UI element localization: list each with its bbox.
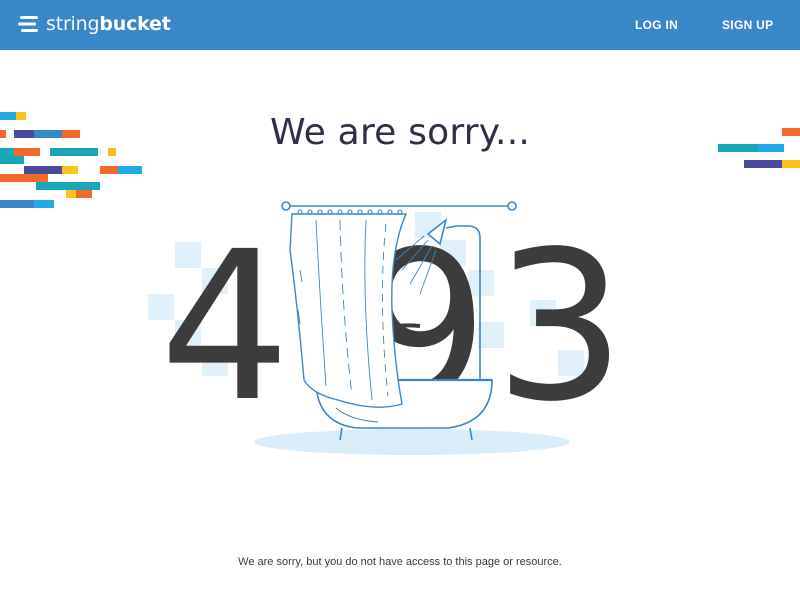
access-denied-message: We are sorry, but you do not have access… (238, 556, 562, 568)
log-in-link[interactable]: LOG IN (635, 18, 678, 32)
top-navigation-bar: stringbucket LOG IN SIGN UP (0, 0, 800, 50)
error-illustration: 4 9 3 (148, 201, 626, 455)
sign-up-link[interactable]: SIGN UP (722, 18, 773, 32)
brand-logo-link[interactable]: stringbucket (18, 13, 171, 35)
shower-curtain (289, 213, 408, 408)
stacked-bars-logo-icon (18, 16, 38, 32)
page-headline: We are sorry... (270, 112, 530, 153)
brand-name-bold: bucket (99, 13, 171, 35)
error-digit-last: 3 (494, 207, 625, 447)
brand-name: stringbucket (46, 13, 171, 35)
error-digit-first: 4 (159, 207, 290, 447)
brand-name-light: string (46, 13, 100, 35)
